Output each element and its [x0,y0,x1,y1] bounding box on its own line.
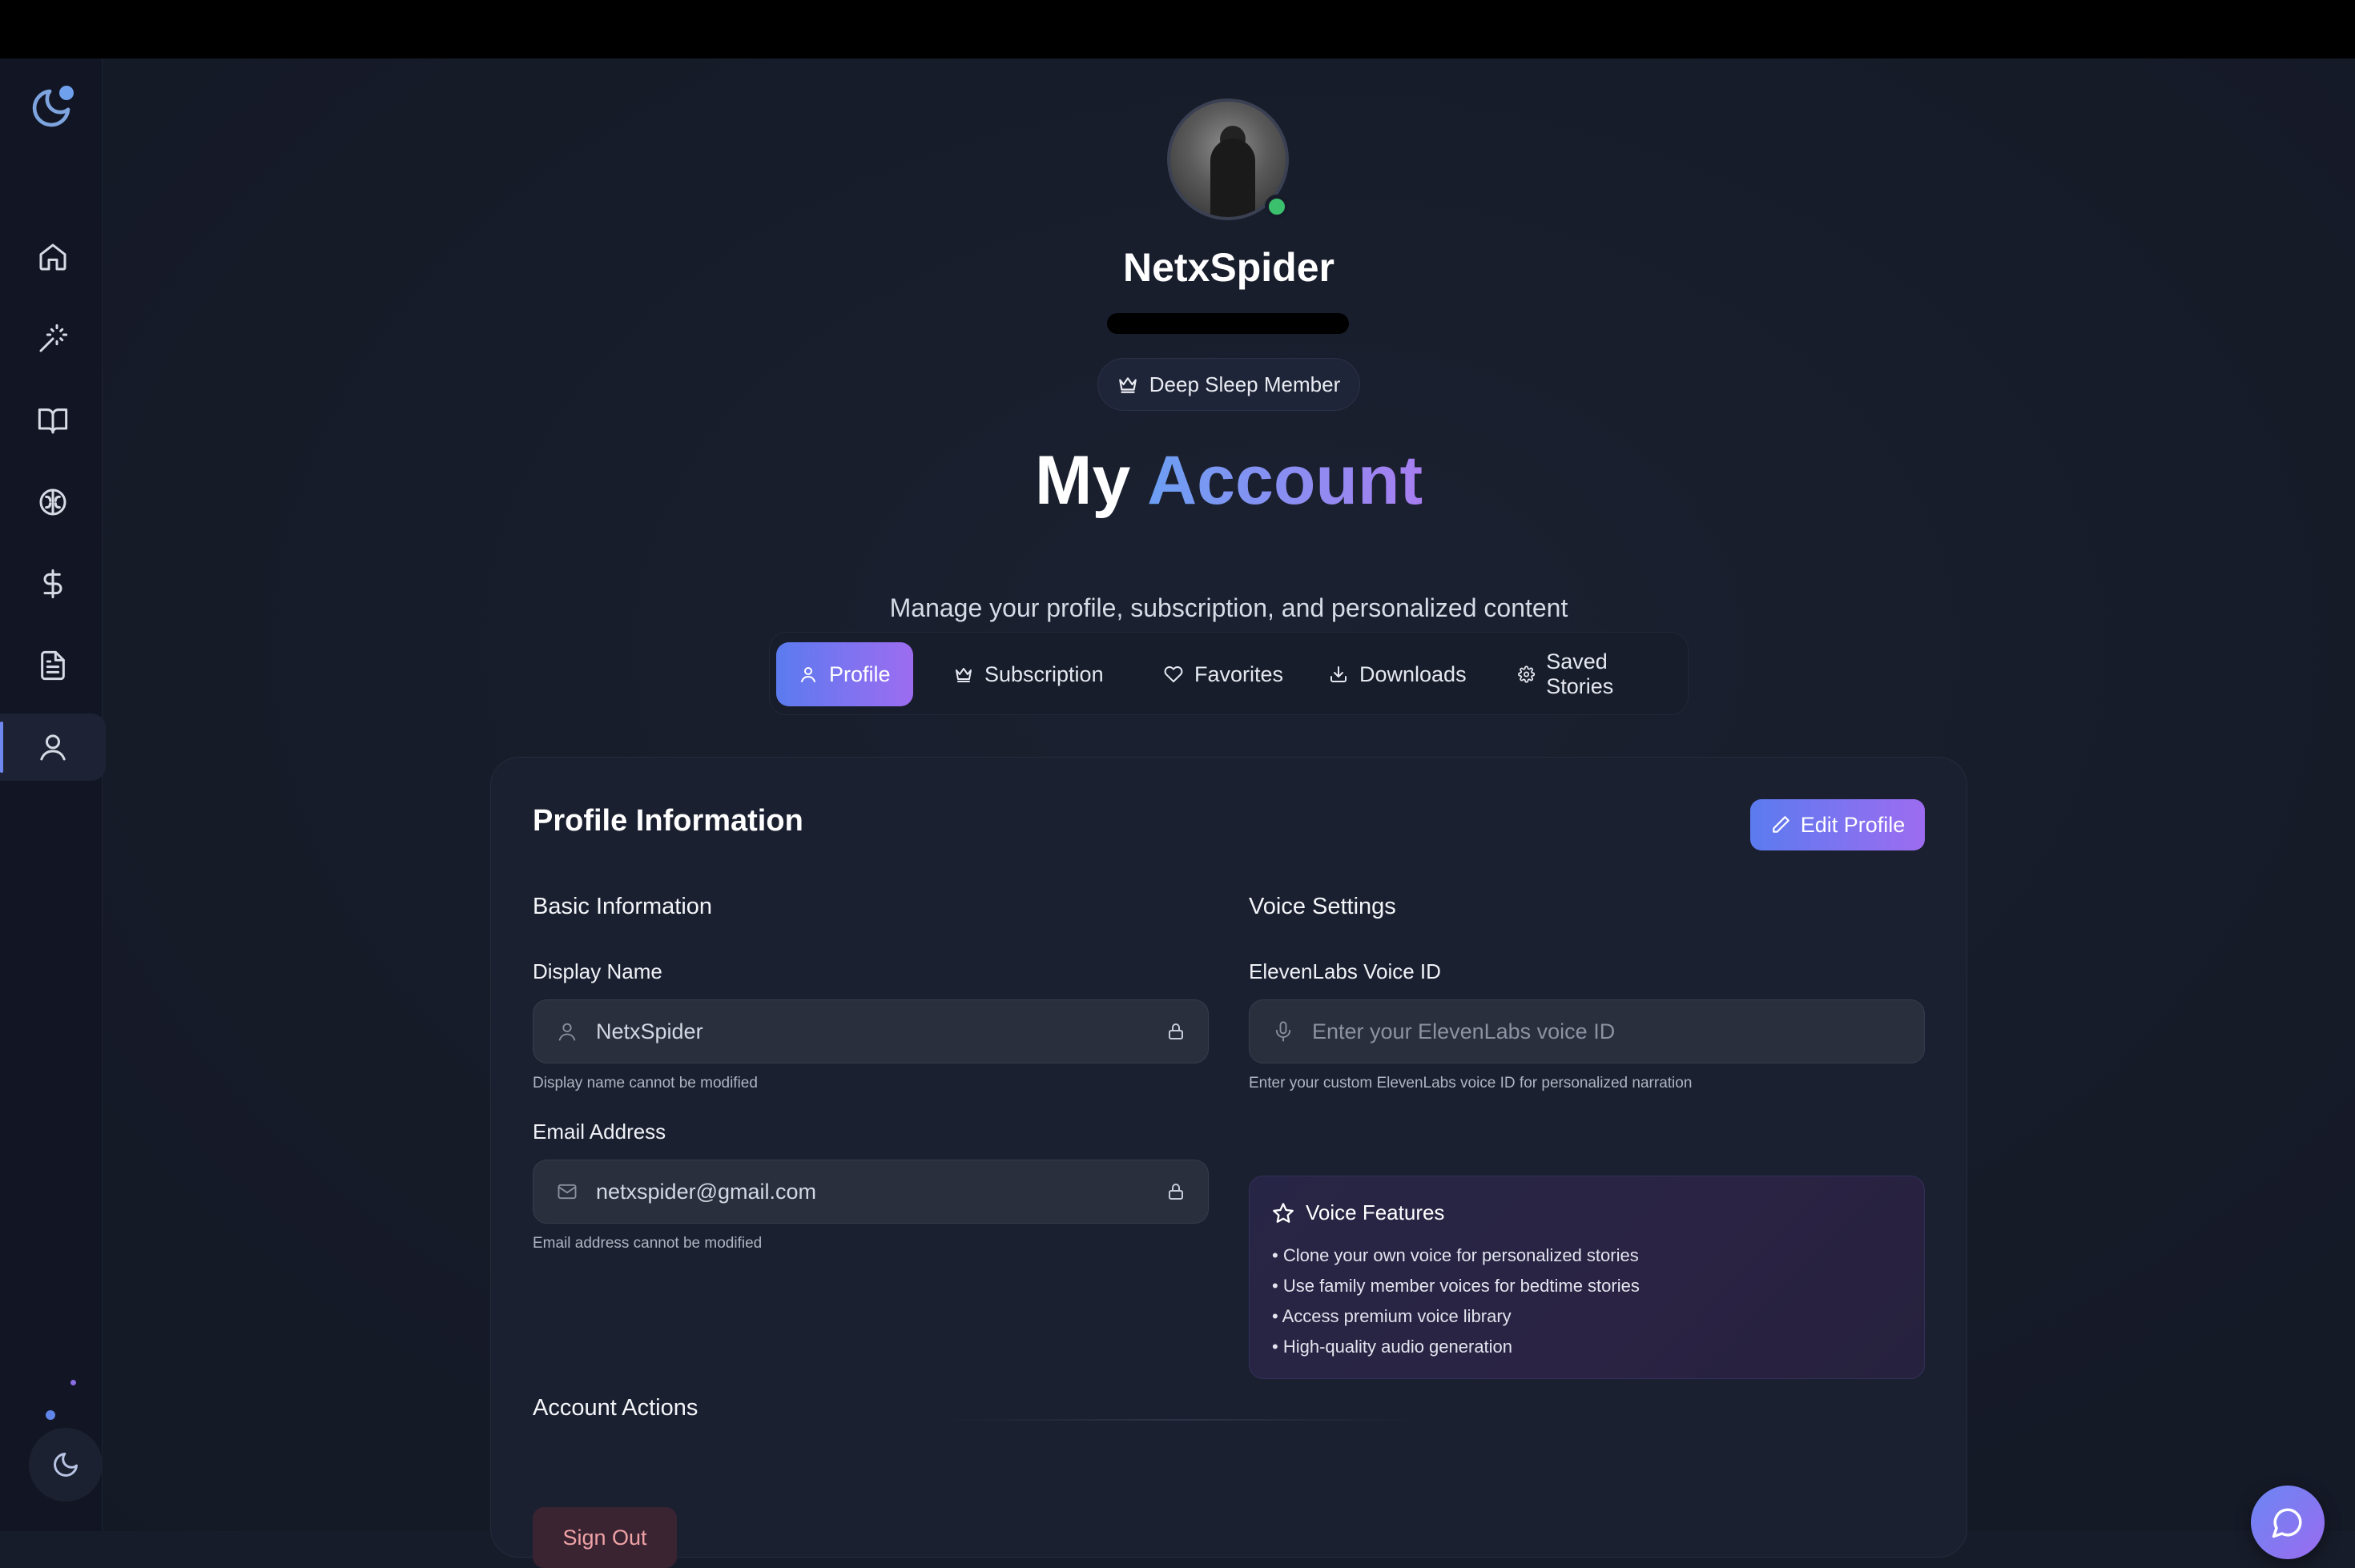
moon-icon [54,1453,78,1477]
divider [940,1419,1420,1421]
list-item: Clone your own voice for personalized st… [1272,1240,1640,1271]
display-name-label: Display Name [533,959,662,983]
sidebar-item-create[interactable] [0,305,106,372]
tab-profile[interactable]: Profile [776,642,913,706]
display-name-hint: Display name cannot be modified [533,1075,758,1092]
decorative-dot [46,1410,55,1420]
voice-id-input[interactable]: Enter your ElevenLabs voice ID [1249,999,1925,1063]
voice-id-label: ElevenLabs Voice ID [1249,959,1441,983]
mail-icon [558,1184,577,1200]
user-icon [558,1023,576,1041]
heart-icon [1164,666,1183,682]
download-icon [1330,666,1347,682]
star-icon [1273,1202,1294,1223]
document-icon [41,650,65,681]
card-title: Profile Information [533,804,803,838]
tab-label: Subscription [984,661,1104,686]
theme-toggle-button[interactable] [29,1428,103,1502]
sign-out-button[interactable]: Sign Out [533,1507,677,1568]
page-title-main: My [1034,442,1131,519]
basic-information-heading: Basic Information [533,894,713,919]
membership-badge-label: Deep Sleep Member [1149,372,1341,396]
account-tabs: Profile Subscription Favorites Downloads… [769,632,1689,715]
display-name-value: NetxSpider [596,1019,703,1043]
tab-downloads[interactable]: Downloads [1306,642,1489,706]
lock-icon [1169,1184,1183,1200]
page-title-accent: Account [1147,442,1423,519]
book-icon [38,408,68,434]
email-field[interactable]: netxspider@gmail.com [533,1160,1209,1224]
membership-badge: Deep Sleep Member [1097,358,1360,411]
logo-indicator-dot [59,86,74,100]
page: NetxSpider Deep Sleep Member My Account … [0,58,2355,1568]
redacted-info [1107,313,1349,334]
tab-label: Saved Stories [1546,649,1614,698]
email-label: Email Address [533,1120,666,1144]
tab-label: Favorites [1194,661,1284,686]
voice-features-heading: Voice Features [1272,1200,1444,1225]
voice-id-hint: Enter your custom ElevenLabs voice ID fo… [1249,1075,1693,1092]
voice-features-list: Clone your own voice for personalized st… [1272,1240,1640,1362]
profile-information-card: Profile Information Edit Profile Basic I… [490,757,1967,1568]
online-status-indicator [1265,195,1289,219]
page-subtitle: Manage your profile, subscription, and p… [889,593,1568,622]
user-icon [40,734,66,761]
email-value: netxspider@gmail.com [596,1179,817,1204]
display-name-field[interactable]: NetxSpider [533,999,1209,1063]
edit-profile-label: Edit Profile [1800,812,1906,837]
username: NetxSpider [1123,245,1334,290]
voice-settings-heading: Voice Settings [1249,894,1396,919]
voice-id-placeholder: Enter your ElevenLabs voice ID [1312,1019,1616,1043]
list-item: Use family member voices for bedtime sto… [1272,1271,1640,1301]
edit-profile-button[interactable]: Edit Profile [1750,799,1925,850]
chat-button[interactable] [2251,1486,2325,1559]
avatar[interactable] [1167,99,1289,220]
sidebar-item-account[interactable] [0,714,106,781]
crown-icon [956,668,972,682]
moon-logo-icon[interactable] [29,86,74,131]
list-item: High-quality audio generation [1272,1332,1640,1362]
tab-label: Profile [829,661,891,686]
tab-favorites[interactable]: Favorites [1141,642,1306,706]
pencil-icon [1772,816,1789,833]
lock-icon [1169,1023,1183,1039]
voice-features-title: Voice Features [1306,1200,1445,1224]
decorative-dot [70,1380,76,1385]
top-bar [0,0,2355,58]
crown-icon [1118,377,1137,393]
magic-wand-icon [39,324,68,352]
microphone-icon [1275,1021,1291,1042]
email-hint: Email address cannot be modified [533,1235,763,1252]
voice-features-panel: Voice Features Clone your own voice for … [1249,1176,1925,1379]
gear-icon [1518,665,1536,683]
sidebar-item-documents[interactable] [0,632,106,699]
page-title: My Account [0,441,2355,521]
tab-saved-stories[interactable]: Saved Stories [1496,642,1688,706]
account-actions-heading: Account Actions [533,1395,698,1421]
user-icon [801,667,815,682]
list-item: Access premium voice library [1272,1301,1640,1332]
chat-bubble-icon [2272,1508,2302,1538]
tab-subscription[interactable]: Subscription [932,642,1126,706]
tab-label: Downloads [1359,661,1467,686]
